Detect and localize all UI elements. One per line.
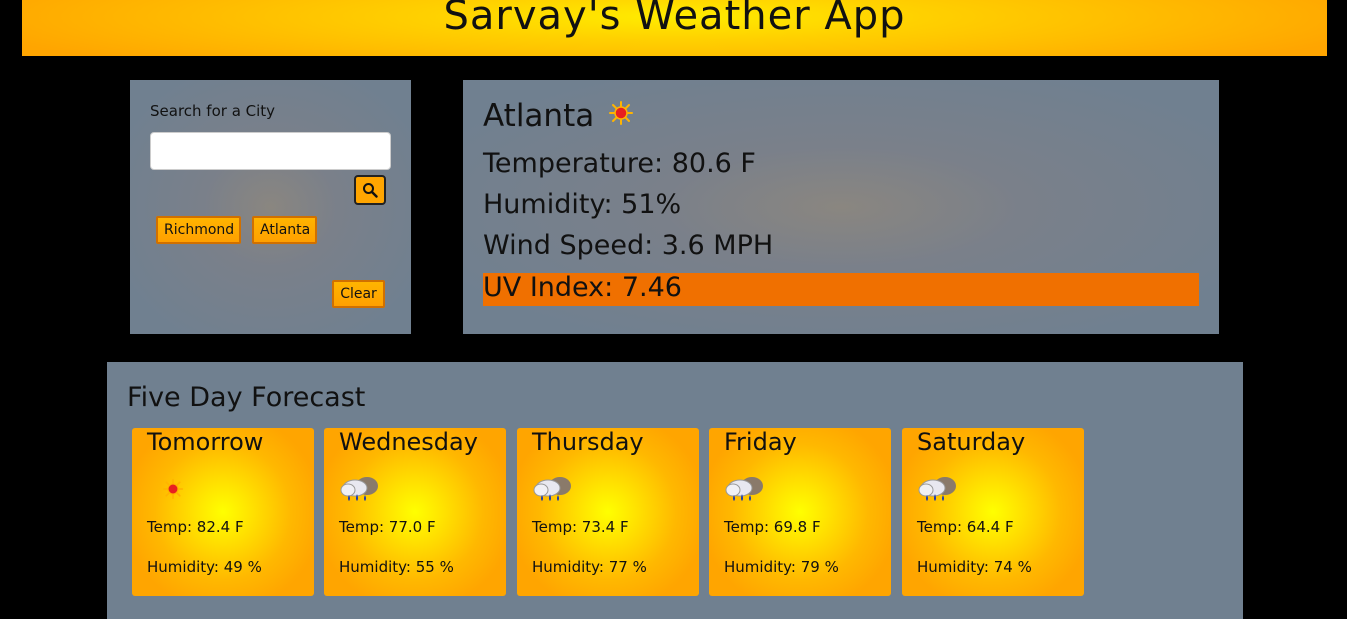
forecast-temp: Temp: 69.8 F: [724, 518, 821, 536]
city-search-input[interactable]: [150, 132, 391, 170]
forecast-humidity: Humidity: 49 %: [147, 558, 262, 576]
sun-icon: [608, 98, 634, 134]
current-temperature: Temperature: 80.6 F: [483, 148, 756, 179]
current-city-heading: Atlanta: [483, 98, 634, 134]
search-icon: [363, 183, 378, 198]
forecast-day: Friday: [724, 428, 797, 456]
forecast-humidity: Humidity: 77 %: [532, 558, 647, 576]
history-city-richmond-button[interactable]: Richmond: [156, 216, 241, 244]
forecast-day: Tomorrow: [147, 428, 264, 456]
forecast-temp: Temp: 64.4 F: [917, 518, 1014, 536]
current-humidity: Humidity: 51%: [483, 189, 682, 220]
sun-icon: [162, 478, 184, 504]
forecast-card: Saturday Temp: 64.4 F Humidity: 74 %: [902, 428, 1084, 596]
forecast-card: Tomorrow Temp: 82.4 F Humidity: 49 %: [132, 428, 314, 596]
search-label: Search for a City: [150, 102, 276, 120]
rain-cloud-icon: [917, 474, 959, 508]
clear-history-button[interactable]: Clear: [332, 280, 385, 308]
current-wind-speed: Wind Speed: 3.6 MPH: [483, 230, 774, 261]
history-city-atlanta-button[interactable]: Atlanta: [252, 216, 317, 244]
app-title: Sarvay's Weather App: [443, 0, 906, 39]
app-header: Sarvay's Weather App: [22, 0, 1327, 56]
current-city-name: Atlanta: [483, 98, 595, 134]
forecast-day: Thursday: [532, 428, 644, 456]
forecast-panel: Five Day Forecast Tomorrow Temp: 82.4 F …: [107, 362, 1243, 619]
rain-cloud-icon: [532, 474, 574, 508]
forecast-humidity: Humidity: 79 %: [724, 558, 839, 576]
forecast-title: Five Day Forecast: [127, 382, 366, 413]
uv-index-badge: UV Index: 7.46: [483, 272, 1199, 306]
forecast-temp: Temp: 77.0 F: [339, 518, 436, 536]
forecast-humidity: Humidity: 74 %: [917, 558, 1032, 576]
forecast-temp: Temp: 73.4 F: [532, 518, 629, 536]
forecast-humidity: Humidity: 55 %: [339, 558, 454, 576]
current-weather-panel: Atlanta Temperature: 80.6 F Humidity: 51…: [463, 80, 1219, 334]
search-button[interactable]: [354, 175, 386, 205]
rain-cloud-icon: [339, 474, 381, 508]
forecast-card: Wednesday Temp: 77.0 F Humidity: 55 %: [324, 428, 506, 596]
forecast-day: Saturday: [917, 428, 1026, 456]
uv-index-text: UV Index: 7.46: [483, 272, 682, 303]
forecast-temp: Temp: 82.4 F: [147, 518, 244, 536]
forecast-day: Wednesday: [339, 428, 478, 456]
rain-cloud-icon: [724, 474, 766, 508]
forecast-card: Thursday Temp: 73.4 F Humidity: 77 %: [517, 428, 699, 596]
forecast-card: Friday Temp: 69.8 F Humidity: 79 %: [709, 428, 891, 596]
